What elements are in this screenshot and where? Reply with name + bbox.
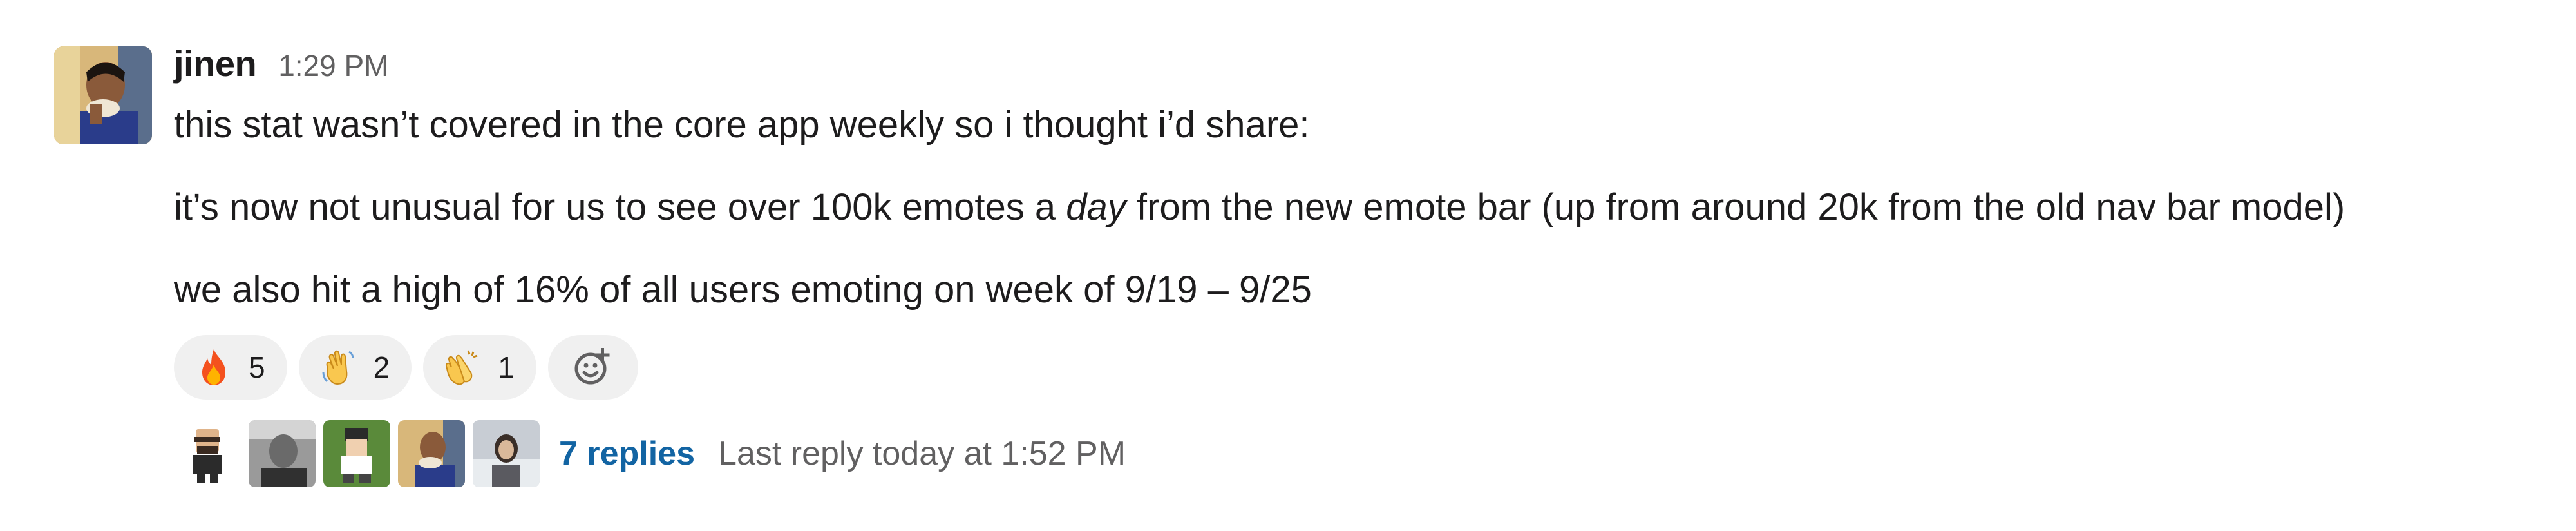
add-reaction-button[interactable] [547, 335, 638, 400]
thread-summary[interactable]: 7 replies Last reply today at 1:52 PM [174, 420, 1126, 487]
clap-emoji-icon [442, 347, 484, 388]
author-avatar[interactable] [54, 46, 152, 144]
message-line-2: it’s now not unusual for us to see over … [174, 186, 2345, 229]
message-line-1: this stat wasn’t covered in the core app… [174, 104, 1310, 146]
participant-avatar [473, 420, 540, 487]
reaction-count: 1 [498, 351, 515, 384]
thread-participants [174, 420, 540, 487]
author-name[interactable]: jinen [174, 43, 257, 84]
line-2-start: it’s now not unusual for us to see over … [174, 186, 1066, 228]
reaction-fire[interactable]: 5 [174, 335, 287, 400]
participant-avatar [323, 420, 390, 487]
replies-link[interactable]: 7 replies [559, 434, 695, 473]
participant-avatar [249, 420, 316, 487]
message-timestamp[interactable]: 1:29 PM [278, 48, 388, 83]
last-reply-text: Last reply today at 1:52 PM [718, 435, 1126, 472]
add-reaction-icon [570, 343, 616, 392]
line-2-emphasis: day [1066, 186, 1126, 228]
message-header: jinen 1:29 PM [174, 43, 389, 92]
message-line-3: we also hit a high of 16% of all users e… [174, 269, 1312, 311]
wave-emoji-icon [318, 347, 359, 388]
fire-emoji-icon [193, 347, 234, 388]
participant-avatar [174, 420, 241, 487]
reaction-count: 5 [249, 351, 265, 384]
reaction-wave[interactable]: 2 [298, 335, 412, 400]
message: jinen 1:29 PM this stat wasn’t covered i… [0, 0, 2576, 531]
participant-avatar [398, 420, 465, 487]
line-2-end: from the new emote bar (up from around 2… [1126, 186, 2345, 228]
reaction-count: 2 [373, 351, 390, 384]
reactions-bar: 5 2 1 [174, 335, 638, 400]
reaction-clap[interactable]: 1 [423, 335, 536, 400]
